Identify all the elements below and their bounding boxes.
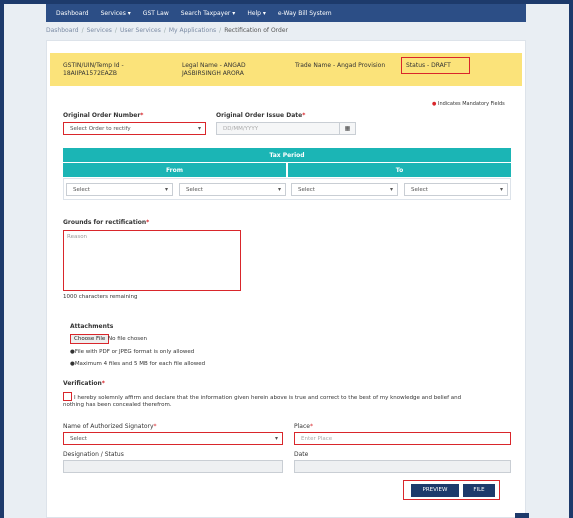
date-label: Date [294,451,309,458]
date-input [294,460,511,473]
grounds-textarea[interactable]: Reason [63,230,241,291]
breadcrumb-current: Rectification of Order [224,27,288,34]
to-year-select[interactable]: Select ▾ [404,183,508,196]
breadcrumb-services[interactable]: Services [87,27,112,34]
from-month-select[interactable]: Select ▾ [66,183,173,196]
scroll-top-button[interactable] [515,513,529,518]
attach-note-1: ●File with PDF or JPEG format is only al… [70,349,195,355]
verification-text-2: nothing has been concealed therefrom. [63,402,172,408]
file-button[interactable]: FILE [463,484,495,497]
chars-remaining: 1000 characters remaining [63,294,138,300]
order-date-label: Original Order Issue Date* [216,112,306,119]
from-year-select[interactable]: Select ▾ [179,183,286,196]
breadcrumb-dashboard[interactable]: Dashboard [46,27,79,34]
gstin-value: 18AIIPA1572EAZB [63,70,118,77]
tax-period-header: Tax Period [63,148,511,162]
preview-button[interactable]: PREVIEW [411,484,459,497]
legal-name-label: Legal Name - ANGAD [182,62,246,69]
nav-search-taxpayer[interactable]: Search Taxpayer ▾ [181,10,236,17]
to-month-select[interactable]: Select ▾ [291,183,398,196]
signatory-select[interactable]: Select ▾ [63,432,283,445]
trade-name: Trade Name - Angad Provision [295,62,386,69]
legal-name-block: Legal Name - ANGAD JASBIRSINGH ARORA [182,62,246,78]
nav-eway-bill[interactable]: e-Way Bill System [278,10,332,17]
calendar-icon[interactable]: ▦ [339,123,355,134]
right-border [569,0,573,518]
order-number-select[interactable]: Select Order to rectify ▾ [63,122,206,135]
action-buttons: PREVIEW FILE [403,480,500,500]
legal-name-value: JASBIRSINGH ARORA [182,70,244,77]
main-nav: Dashboard Services ▾ GST Law Search Taxp… [46,4,526,22]
nav-gst-law[interactable]: GST Law [143,10,169,17]
grounds-label: Grounds for rectification* [63,219,150,226]
order-date-input[interactable]: DD/MM/YYYY ▦ [216,122,356,135]
place-label: Place* [294,423,313,430]
left-border [0,0,4,518]
breadcrumb-user-services[interactable]: User Services [120,27,161,34]
gstin-label: GSTIN/UIN/Temp Id - [63,62,124,69]
order-number-label: Original Order Number* [63,112,144,119]
nav-help[interactable]: Help ▾ [247,10,266,17]
verification-text-1: I hereby solemnly affirm and declare tha… [74,395,462,401]
nav-services[interactable]: Services ▾ [101,10,131,17]
status-badge: Status - DRAFT [401,57,470,74]
designation-input [63,460,283,473]
breadcrumb-my-applications[interactable]: My Applications [169,27,216,34]
tax-period-to: To [288,163,511,177]
no-file-text: No file chosen [108,336,147,342]
signatory-label: Name of Authorized Signatory* [63,423,157,430]
gstin-block: GSTIN/UIN/Temp Id - 18AIIPA1572EAZB [63,62,124,78]
verification-title: Verification* [63,380,105,387]
verification-checkbox[interactable] [63,392,72,401]
breadcrumb: Dashboard / Services / User Services / My Appl… [46,27,288,34]
place-input[interactable]: Enter Place [294,432,511,445]
nav-dashboard[interactable]: Dashboard [56,10,89,17]
tax-period-from: From [63,163,286,177]
attach-note-2: ●Maximum 4 files and 5 MB for each file … [70,361,206,367]
designation-label: Designation / Status [63,451,124,458]
attachments-title: Attachments [70,323,114,330]
choose-file-button[interactable]: Choose File [70,334,110,344]
mandatory-note: ● Indicates Mandatory Fields [432,101,505,107]
